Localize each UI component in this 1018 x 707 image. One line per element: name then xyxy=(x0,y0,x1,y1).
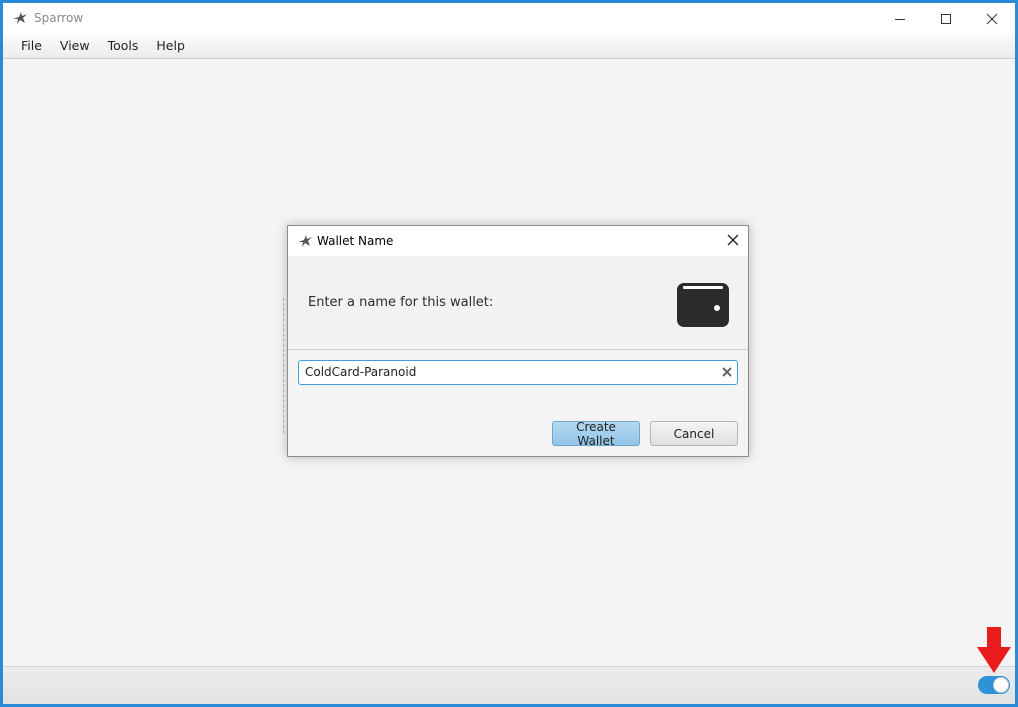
menu-view[interactable]: View xyxy=(51,34,99,58)
menu-help[interactable]: Help xyxy=(147,34,194,58)
dialog-header: Enter a name for this wallet: xyxy=(288,256,748,350)
minimize-button[interactable] xyxy=(877,3,923,34)
window-title: Sparrow xyxy=(34,11,84,25)
annotation-arrow-icon xyxy=(977,627,1011,673)
wallet-name-field xyxy=(298,360,738,385)
cancel-button[interactable]: Cancel xyxy=(650,421,738,446)
dialog-close-icon[interactable] xyxy=(726,233,740,247)
wallet-icon xyxy=(677,283,729,327)
window-titlebar[interactable]: Sparrow xyxy=(3,3,1015,34)
create-wallet-button[interactable]: Create Wallet xyxy=(552,420,640,448)
menu-file[interactable]: File xyxy=(12,34,51,58)
dialog-titlebar[interactable]: Wallet Name xyxy=(288,226,748,256)
sparrow-logo-icon xyxy=(298,235,312,247)
toggle-knob xyxy=(993,677,1009,693)
close-button[interactable] xyxy=(969,3,1015,34)
clear-icon[interactable] xyxy=(721,366,733,378)
online-toggle[interactable] xyxy=(978,676,1010,694)
menu-tools[interactable]: Tools xyxy=(99,34,148,58)
maximize-button[interactable] xyxy=(923,3,969,34)
minimize-icon xyxy=(895,18,905,20)
close-icon xyxy=(986,13,998,24)
menu-bar: File View Tools Help xyxy=(3,34,1015,59)
dialog-prompt: Enter a name for this wallet: xyxy=(308,295,494,310)
wallet-name-input[interactable] xyxy=(305,361,715,383)
sparrow-logo-icon xyxy=(13,12,27,24)
dialog-title: Wallet Name xyxy=(317,234,394,248)
wallet-name-dialog: Wallet Name Enter a name for this wallet… xyxy=(287,225,749,457)
status-bar xyxy=(3,666,1015,704)
maximize-icon xyxy=(941,13,951,24)
